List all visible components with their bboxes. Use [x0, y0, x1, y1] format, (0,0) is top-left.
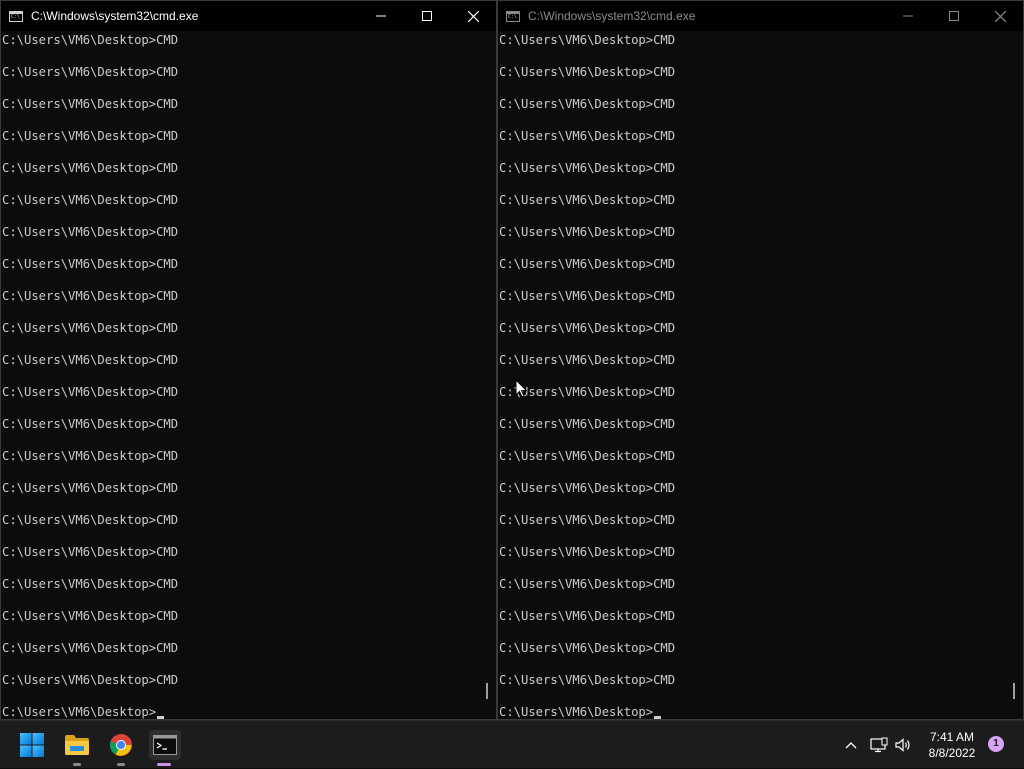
- console-line: C:\Users\VM6\Desktop>CMD: [499, 449, 676, 463]
- cmd-window-right[interactable]: C:\Windows\system32\cmd.exe C:\Users\VM6…: [497, 0, 1024, 720]
- console-line: C:\Users\VM6\Desktop>CMD: [2, 97, 179, 111]
- scrollbar[interactable]: [478, 31, 496, 719]
- minimize-icon: [376, 15, 386, 17]
- console-line: C:\Users\VM6\Desktop>CMD: [499, 577, 676, 591]
- close-button[interactable]: [450, 1, 496, 31]
- console-line: C:\Users\VM6\Desktop>CMD: [2, 33, 179, 47]
- network-icon: [870, 737, 888, 753]
- cmd-app-icon[interactable]: [506, 10, 520, 22]
- chrome-icon: [109, 734, 132, 756]
- volume-icon: [895, 738, 910, 752]
- scrollbar[interactable]: [1005, 31, 1023, 719]
- running-indicator: [73, 763, 81, 766]
- file-explorer-button[interactable]: [62, 730, 92, 766]
- title-bar[interactable]: C:\Windows\system32\cmd.exe: [498, 1, 1023, 31]
- console-line: C:\Users\VM6\Desktop>CMD: [2, 129, 179, 143]
- console-line: C:\Users\VM6\Desktop>CMD: [2, 193, 179, 207]
- folder-icon: [65, 735, 89, 755]
- console-line: C:\Users\VM6\Desktop>CMD: [499, 609, 676, 623]
- chrome-button[interactable]: [106, 730, 136, 766]
- console-line: C:\Users\VM6\Desktop>CMD: [2, 545, 179, 559]
- console-line: C:\Users\VM6\Desktop>CMD: [2, 257, 179, 271]
- running-indicator: [117, 763, 125, 766]
- close-icon: [467, 10, 479, 22]
- network-button[interactable]: [867, 721, 891, 769]
- console-line: C:\Users\VM6\Desktop>CMD: [2, 449, 179, 463]
- console-line: C:\Users\VM6\Desktop>CMD: [499, 65, 676, 79]
- console-line: C:\Users\VM6\Desktop>CMD: [2, 641, 179, 655]
- cmd-window-left[interactable]: C:\Windows\system32\cmd.exe C:\Users\VM6…: [0, 0, 497, 720]
- console-line: C:\Users\VM6\Desktop>CMD: [2, 161, 179, 175]
- terminal-button[interactable]: [149, 730, 181, 766]
- console-line: C:\Users\VM6\Desktop>CMD: [499, 225, 676, 239]
- console-line: C:\Users\VM6\Desktop>CMD: [499, 321, 676, 335]
- prompt-text: C:\Users\VM6\Desktop>: [2, 705, 157, 719]
- prompt-line[interactable]: C:\Users\VM6\Desktop>: [499, 704, 662, 719]
- clock-time: 7:41 AM: [929, 730, 975, 744]
- minimize-icon: [903, 15, 913, 17]
- clock[interactable]: 7:41 AM 8/8/2022: [918, 729, 986, 761]
- notification-badge[interactable]: 1: [988, 736, 1004, 752]
- console-line: C:\Users\VM6\Desktop>CMD: [499, 353, 676, 367]
- taskbar: 7:41 AM 8/8/2022: [0, 720, 1024, 768]
- maximize-button[interactable]: [931, 1, 977, 31]
- console-line: C:\Users\VM6\Desktop>CMD: [2, 417, 179, 431]
- console-line: C:\Users\VM6\Desktop>CMD: [499, 545, 676, 559]
- scrollbar-thumb[interactable]: [486, 683, 488, 699]
- text-cursor: [654, 716, 662, 719]
- close-button[interactable]: [977, 1, 1023, 31]
- scrollbar-thumb[interactable]: [1013, 683, 1015, 699]
- volume-button[interactable]: [892, 721, 914, 769]
- console-line: C:\Users\VM6\Desktop>CMD: [499, 513, 676, 527]
- active-indicator: [157, 763, 171, 766]
- chevron-up-icon: [845, 742, 857, 749]
- show-hidden-icons-button[interactable]: [838, 721, 864, 769]
- maximize-icon: [949, 11, 959, 21]
- console-line: C:\Users\VM6\Desktop>CMD: [2, 353, 179, 367]
- start-button[interactable]: [17, 730, 47, 760]
- console-line: C:\Users\VM6\Desktop>CMD: [2, 577, 179, 591]
- terminal-icon: [153, 735, 177, 755]
- maximize-icon: [422, 11, 432, 21]
- console-line: C:\Users\VM6\Desktop>CMD: [499, 97, 676, 111]
- console-line: C:\Users\VM6\Desktop>CMD: [499, 481, 676, 495]
- mouse-pointer-icon: [515, 379, 528, 398]
- console-line: C:\Users\VM6\Desktop>CMD: [2, 673, 179, 687]
- console-line: C:\Users\VM6\Desktop>CMD: [2, 289, 179, 303]
- console-line: C:\Users\VM6\Desktop>CMD: [2, 481, 179, 495]
- console-line: C:\Users\VM6\Desktop>CMD: [499, 129, 676, 143]
- close-icon: [994, 10, 1006, 22]
- console-line: C:\Users\VM6\Desktop>CMD: [2, 321, 179, 335]
- clock-date: 8/8/2022: [928, 746, 976, 760]
- text-cursor: [157, 716, 165, 719]
- cmd-app-icon[interactable]: [9, 10, 23, 22]
- console-line: C:\Users\VM6\Desktop>CMD: [2, 385, 179, 399]
- windows-start-icon: [20, 733, 44, 757]
- console-line: C:\Users\VM6\Desktop>CMD: [2, 609, 179, 623]
- prompt-text: C:\Users\VM6\Desktop>: [499, 705, 654, 719]
- maximize-button[interactable]: [404, 1, 450, 31]
- console-line: C:\Users\VM6\Desktop>CMD: [2, 513, 179, 527]
- window-title: C:\Windows\system32\cmd.exe: [31, 9, 199, 23]
- title-bar[interactable]: C:\Windows\system32\cmd.exe: [1, 1, 496, 31]
- console-line: C:\Users\VM6\Desktop>CMD: [2, 225, 179, 239]
- console-line: C:\Users\VM6\Desktop>CMD: [2, 65, 179, 79]
- console-output[interactable]: C:\Users\VM6\Desktop>CMD C:\Users\VM6\De…: [498, 31, 1005, 719]
- console-line: C:\Users\VM6\Desktop>CMD: [499, 673, 676, 687]
- console-line: C:\Users\VM6\Desktop>CMD: [499, 641, 676, 655]
- window-title: C:\Windows\system32\cmd.exe: [528, 9, 696, 23]
- prompt-line[interactable]: C:\Users\VM6\Desktop>: [2, 704, 165, 719]
- console-line: C:\Users\VM6\Desktop>CMD: [499, 33, 676, 47]
- minimize-button[interactable]: [358, 1, 404, 31]
- console-line: C:\Users\VM6\Desktop>CMD: [499, 161, 676, 175]
- console-line: C:\Users\VM6\Desktop>CMD: [499, 257, 676, 271]
- console-line: C:\Users\VM6\Desktop>CMD: [499, 289, 676, 303]
- minimize-button[interactable]: [885, 1, 931, 31]
- console-output[interactable]: C:\Users\VM6\Desktop>CMD C:\Users\VM6\De…: [1, 31, 478, 719]
- console-line: C:\Users\VM6\Desktop>CMD: [499, 417, 676, 431]
- console-line: C:\Users\VM6\Desktop>CMD: [499, 193, 676, 207]
